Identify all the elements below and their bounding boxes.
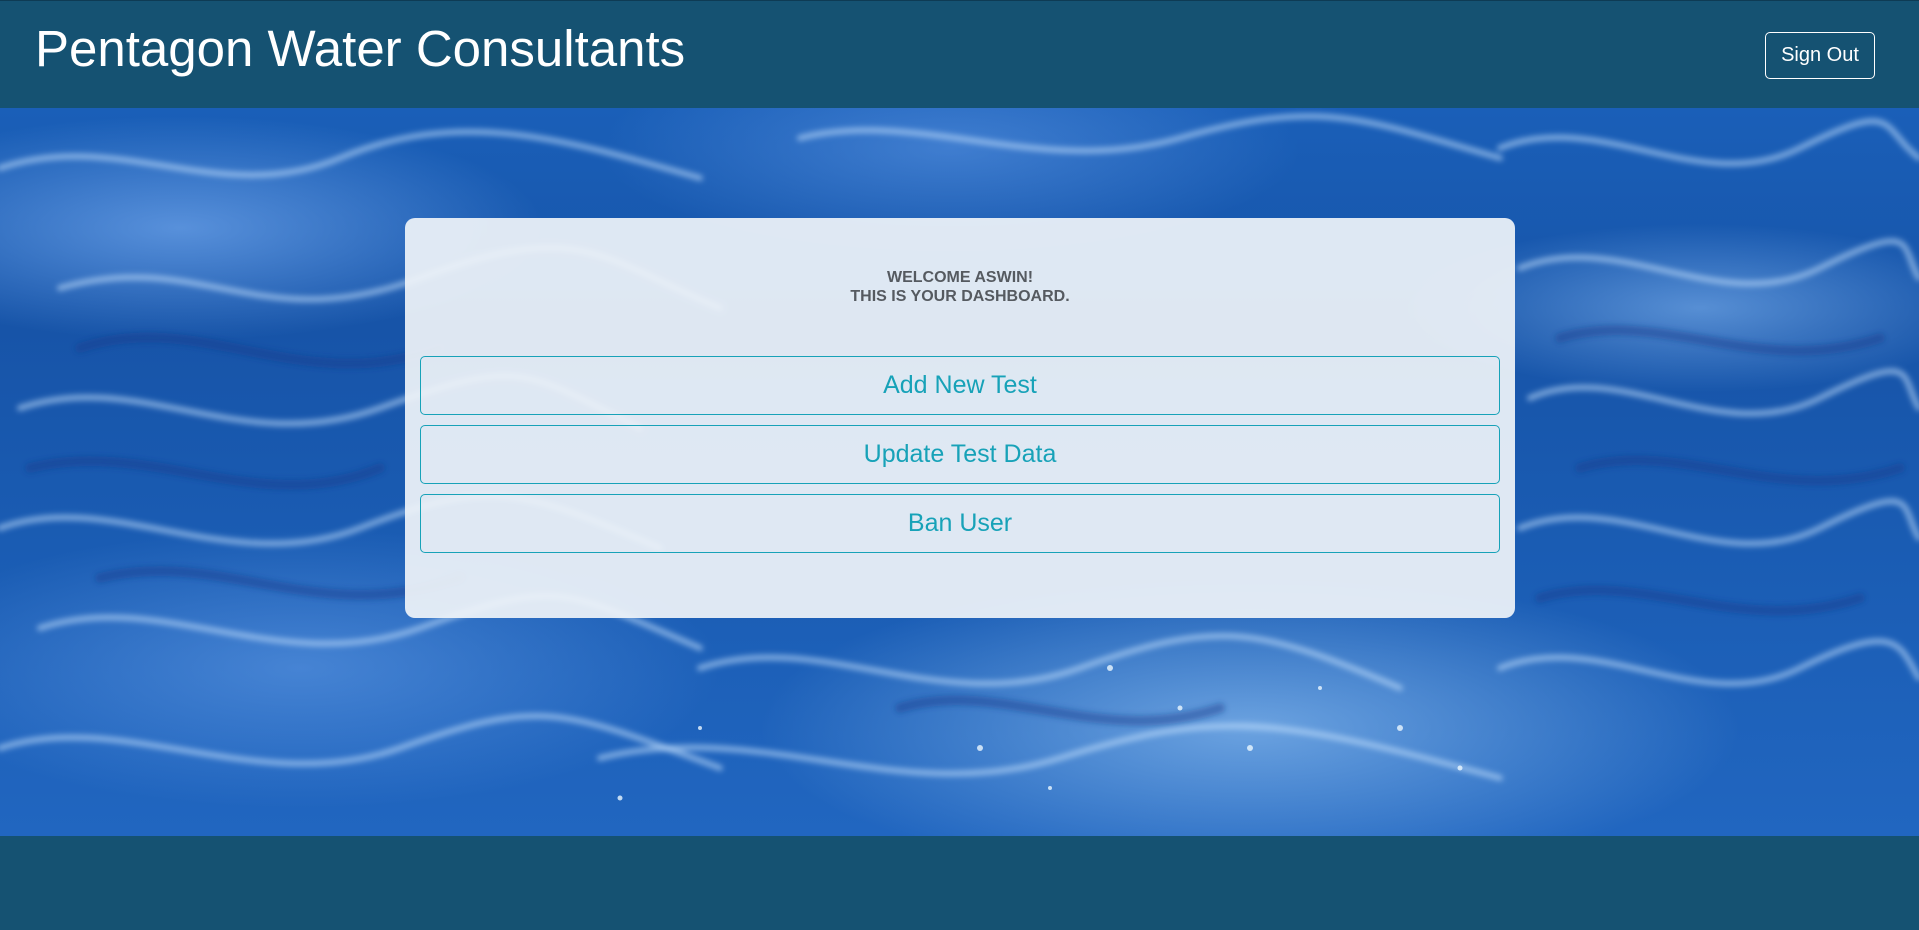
dashboard-card: WELCOME ASWIN! THIS IS YOUR DASHBOARD. A… [405, 218, 1515, 618]
footer-bar [0, 836, 1919, 930]
sign-out-button[interactable]: Sign Out [1765, 32, 1875, 79]
ban-user-button[interactable]: Ban User [420, 494, 1500, 553]
add-new-test-button[interactable]: Add New Test [420, 356, 1500, 415]
brand-title[interactable]: Pentagon Water Consultants [35, 20, 685, 79]
welcome-message: WELCOME ASWIN! THIS IS YOUR DASHBOARD. [405, 268, 1515, 306]
welcome-line: WELCOME ASWIN! [886, 269, 1034, 286]
page: Pentagon Water Consultants Sign Out WELC… [0, 0, 1919, 930]
dashboard-line: THIS IS YOUR DASHBOARD. [850, 288, 1070, 305]
navbar: Pentagon Water Consultants Sign Out [0, 0, 1919, 108]
update-test-data-button[interactable]: Update Test Data [420, 425, 1500, 484]
